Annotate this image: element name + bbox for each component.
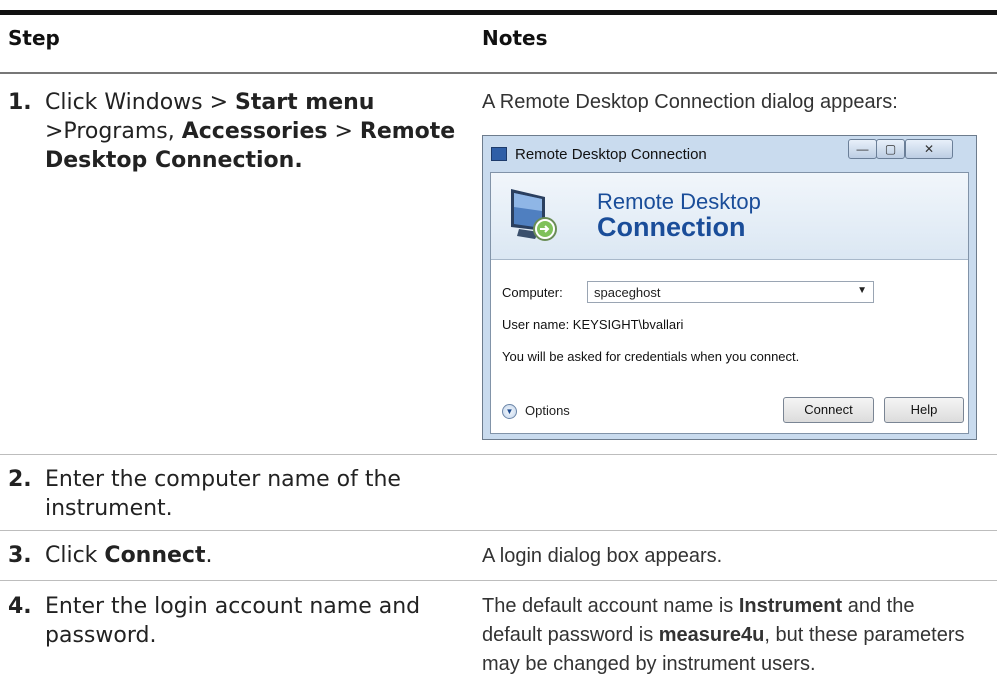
minimize-button[interactable]: — bbox=[848, 139, 877, 159]
dialog-banner: Remote Desktop Connection bbox=[491, 173, 968, 260]
credentials-info: You will be asked for credentials when y… bbox=[502, 349, 800, 364]
step-text: Enter the login account name and passwor… bbox=[45, 594, 421, 648]
column-header-step: Step bbox=[8, 26, 60, 50]
user-name-text: User name: KEYSIGHT\bvallari bbox=[502, 317, 684, 332]
note-1: A Remote Desktop Connection dialog appea… bbox=[482, 91, 898, 113]
expand-options-icon[interactable]: ▼ bbox=[502, 404, 517, 419]
step-number: 4. bbox=[8, 594, 32, 619]
remote-desktop-dialog: Remote Desktop Connection — ▢ ✕ Remote D… bbox=[482, 135, 977, 440]
close-button[interactable]: ✕ bbox=[905, 139, 953, 159]
dialog-titlebar: Remote Desktop Connection — ▢ ✕ bbox=[483, 136, 976, 172]
note-3: A login dialog box appears. bbox=[482, 545, 723, 567]
dialog-client: Remote Desktop Connection Computer: spac… bbox=[490, 172, 969, 434]
step-text: Click Windows > Start menu >Programs, Ac… bbox=[45, 90, 456, 173]
rdc-app-icon bbox=[491, 147, 507, 161]
row-divider bbox=[0, 580, 997, 581]
note-4: The default account name is Instrument a… bbox=[482, 595, 965, 675]
options-link[interactable]: Options bbox=[525, 403, 570, 418]
top-rule bbox=[0, 10, 997, 15]
header-divider bbox=[0, 72, 997, 74]
chevron-down-icon[interactable]: ▼ bbox=[857, 285, 867, 296]
step-text: Click Connect. bbox=[45, 543, 213, 568]
maximize-button[interactable]: ▢ bbox=[876, 139, 905, 159]
banner-title-line2: Connection bbox=[597, 212, 746, 242]
column-header-notes: Notes bbox=[482, 26, 548, 50]
remote-desktop-logo-icon bbox=[511, 189, 557, 241]
step-text: Enter the computer name of the instrumen… bbox=[45, 467, 401, 521]
dialog-title: Remote Desktop Connection bbox=[515, 146, 707, 163]
step-number: 3. bbox=[8, 543, 32, 568]
computer-value: spaceghost bbox=[594, 285, 661, 300]
row-divider bbox=[0, 454, 997, 455]
step-number: 1. bbox=[8, 90, 32, 115]
connect-button[interactable]: Connect bbox=[783, 397, 874, 423]
computer-combobox[interactable]: spaceghost ▼ bbox=[587, 281, 874, 303]
help-button[interactable]: Help bbox=[884, 397, 964, 423]
computer-label: Computer: bbox=[502, 285, 563, 300]
step-number: 2. bbox=[8, 467, 32, 492]
row-divider bbox=[0, 530, 997, 531]
